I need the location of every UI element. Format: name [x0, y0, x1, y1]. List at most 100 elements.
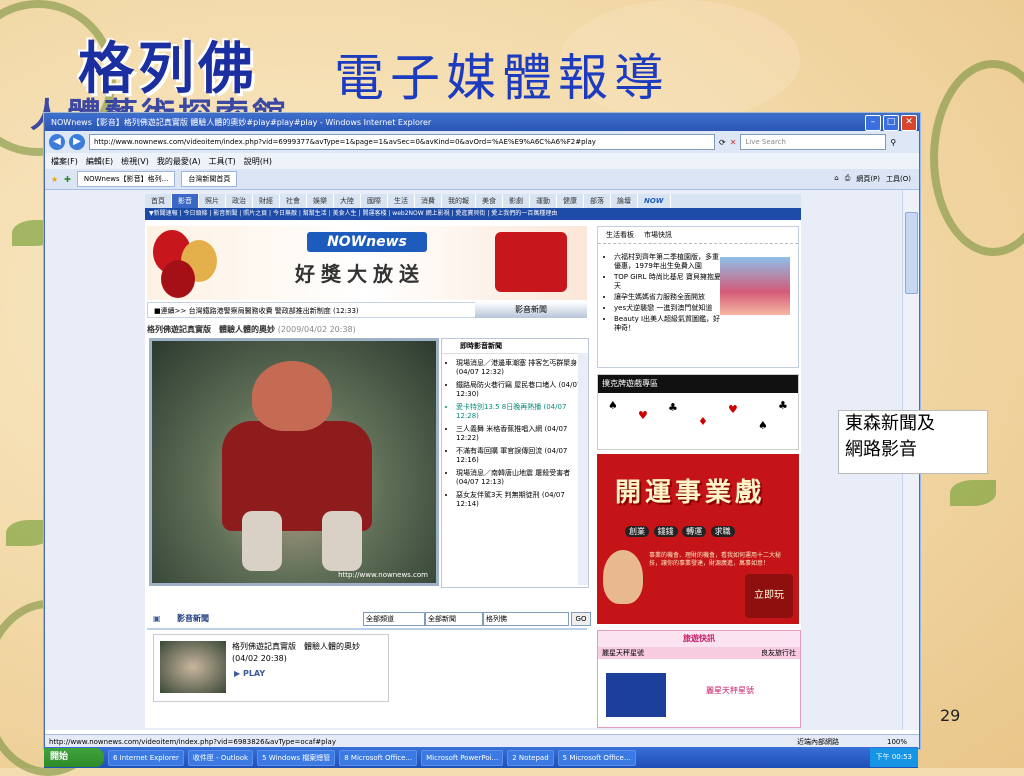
site-nav: 首頁 影音 照片 政治 財經 社會 娛樂 大陸 國際 生活 消費 我的報 美食 …	[145, 194, 801, 208]
media-news-section: ▣ 影音新聞 全部頻道 全部新聞 格列佛 GO	[147, 610, 591, 630]
ie-titlebar[interactable]: NOWnews【影音】格列佛遊記真實版 體驗人體的奧妙#play#play#pl…	[45, 114, 919, 131]
tools-menu[interactable]: 工具(O)	[886, 174, 911, 184]
site-nav-item[interactable]: 財經	[253, 194, 280, 208]
search-input[interactable]: Live Search	[740, 134, 887, 150]
gift-box-image	[495, 232, 567, 292]
list-item[interactable]: 六福村到齊年第二季植園版，多重優惠，1979年出生免費入園	[614, 253, 722, 271]
travel-news[interactable]: 旅遊快訊 麗星天秤星號 良友旅行社 麗星天秤星號	[597, 630, 801, 728]
address-bar-row: ◀ ▶ http://www.nownews.com/videoitem/ind…	[45, 131, 919, 153]
video-title-text: 格列佛遊記真實版 體驗人體的奧妙	[147, 325, 275, 334]
list-item[interactable]: Beauty I出美人超級氣質圖鑑，好神奇！	[614, 315, 722, 333]
site-nav-item[interactable]: 娛樂	[307, 194, 334, 208]
tab-taiwan-news[interactable]: 台灣新聞首頁	[181, 171, 238, 187]
site-nav-item[interactable]: 消費	[415, 194, 442, 208]
forward-button[interactable]: ▶	[69, 134, 85, 150]
list-item[interactable]: 讓孕生媽媽省力服務全面開放	[614, 293, 722, 302]
site-nav-item[interactable]: 部落	[584, 194, 611, 208]
slide-logo: 格列佛	[78, 36, 258, 102]
site-nav-item[interactable]: 照片	[199, 194, 226, 208]
print-icon[interactable]: ⎙	[845, 174, 851, 184]
menu-tools[interactable]: 工具(T)	[209, 156, 236, 167]
news-item[interactable]: 現場消息／港邊車潮塞 排客乞丐群聚身 (04/07 12:32)	[456, 359, 582, 377]
tab-market-news[interactable]: 市場快訊	[644, 230, 672, 240]
fortune-ad[interactable]: 開運事業戲 創業 錢錢 轉運 求職 事業的機會、理財的機會，看我如何運用十二大秘…	[597, 454, 799, 624]
maximize-button[interactable]: □	[883, 115, 899, 131]
video-thumbnail[interactable]	[160, 641, 226, 693]
site-nav-item[interactable]: 國際	[361, 194, 388, 208]
site-subnav[interactable]: ▼新聞速報 | 今日頭條 | 影音新聞 | 照片之頁 | 今日無敵 | 幫幫生活…	[145, 208, 801, 220]
site-nav-item[interactable]: 政治	[226, 194, 253, 208]
fortune-ad-button[interactable]: 立即玩	[745, 574, 793, 618]
close-button[interactable]: ✕	[901, 115, 917, 131]
minimize-button[interactable]: –	[865, 115, 881, 131]
go-button[interactable]: GO	[571, 612, 591, 626]
address-input[interactable]: http://www.nownews.com/videoitem/index.p…	[89, 134, 715, 150]
page-content: 首頁 影音 照片 政治 財經 社會 娛樂 大陸 國際 生活 消費 我的報 美食 …	[45, 190, 903, 730]
site-nav-item[interactable]: 影劇	[503, 194, 530, 208]
channel-select[interactable]: 全部頻道	[363, 612, 425, 626]
site-nav-item[interactable]: 論壇	[611, 194, 638, 208]
thumb-title[interactable]: 格列佛遊記真實版 體驗人體的奧妙 (04/02 20:38)	[232, 641, 382, 665]
travel-head: 旅遊快訊	[598, 631, 800, 647]
bikini-photo[interactable]	[720, 257, 790, 315]
stop-icon[interactable]: ✕	[730, 138, 737, 147]
menu-favorites[interactable]: 我的最愛(A)	[157, 156, 201, 167]
news-item[interactable]: 惡女友伴駕3天 判無期徒刑 (04/07 12:14)	[456, 491, 582, 509]
tab-nownews[interactable]: NOWnews【影音】格列...	[76, 171, 176, 187]
taskbar-item[interactable]: 6 Internet Explorer	[108, 749, 184, 766]
news-scrollbar[interactable]	[578, 353, 588, 585]
news-select[interactable]: 全部新聞	[425, 612, 483, 626]
site-nav-item[interactable]: 健康	[557, 194, 584, 208]
promo-banner[interactable]: NOWnews 好獎大放送	[147, 226, 587, 300]
video-player[interactable]: http://www.nownews.com	[149, 338, 439, 586]
taskbar-item[interactable]: 5 Microsoft Office...	[557, 749, 636, 766]
site-nav-item[interactable]: 社會	[280, 194, 307, 208]
scroll-thumb[interactable]	[905, 212, 918, 294]
site-nav-item[interactable]: 美食	[476, 194, 503, 208]
ad-pill: 求職	[710, 526, 735, 537]
keyword-input[interactable]: 格列佛	[483, 612, 569, 626]
side-note-line-1: 東森新聞及	[845, 413, 935, 434]
list-item[interactable]: TOP GIRL 時尚比基尼 寶貝擁抱夏天	[614, 273, 722, 291]
home-icon[interactable]: ⌂	[834, 174, 838, 184]
menu-edit[interactable]: 編輯(E)	[86, 156, 113, 167]
favorites-star-icon[interactable]: ★	[51, 175, 58, 184]
refresh-icon[interactable]: ⟳	[719, 138, 726, 147]
video-date: (2009/04/02 20:38)	[277, 325, 356, 334]
site-nav-item[interactable]: 我的報	[442, 194, 476, 208]
menu-view[interactable]: 檢視(V)	[121, 156, 149, 167]
poker-ad[interactable]: 撲克牌遊戲專區 ♠ ♥ ♣ ♦ ♥ ♠ ♣	[597, 374, 799, 450]
banner-logo: NOWnews	[307, 232, 427, 252]
add-favorite-icon[interactable]: ✚	[64, 175, 71, 184]
start-button[interactable]: 開始	[44, 748, 104, 767]
taskbar-item[interactable]: 5 Windows 檔案總管	[257, 749, 336, 766]
taskbar-item[interactable]: 2 Notepad	[507, 749, 554, 766]
taskbar-item[interactable]: 收件匣 - Outlook	[187, 749, 254, 766]
system-tray-clock[interactable]: 下午 00:53	[869, 748, 918, 767]
page-menu[interactable]: 網頁(P)	[856, 174, 880, 184]
tab-life-board[interactable]: 生活看板	[606, 230, 634, 240]
site-nav-item[interactable]: 生活	[388, 194, 415, 208]
list-item[interactable]: yes犬逆襲戀 一進到澳門就知道	[614, 304, 722, 313]
taskbar-item[interactable]: 8 Microsoft Office...	[339, 749, 418, 766]
menu-help[interactable]: 說明(H)	[244, 156, 272, 167]
giant-leg	[322, 511, 362, 571]
news-item-highlight[interactable]: 愛卡特別13.5 8日晚再熱播 (04/07 12:28)	[456, 403, 582, 421]
search-icon[interactable]: ⚲	[890, 138, 896, 147]
news-item[interactable]: 現場消息／南韓唐山地震 屠殺受害者 (04/07 12:13)	[456, 469, 582, 487]
site-nav-item[interactable]: 大陸	[334, 194, 361, 208]
realtime-news-panel: 即時影音新聞 現場消息／港邊車潮塞 排客乞丐群聚身 (04/07 12:32) …	[441, 338, 589, 588]
site-nav-item[interactable]: 運動	[530, 194, 557, 208]
site-nav-logo[interactable]: NOW	[638, 194, 671, 208]
site-nav-item-active[interactable]: 影音	[172, 194, 199, 208]
taskbar-item[interactable]: Microsoft PowerPoi...	[421, 749, 504, 766]
back-button[interactable]: ◀	[49, 134, 65, 150]
site-nav-item[interactable]: 首頁	[145, 194, 172, 208]
menu-file[interactable]: 檔案(F)	[51, 156, 78, 167]
news-item[interactable]: 不滿有毒回購 軍官誤傳回流 (04/07 12:16)	[456, 447, 582, 465]
tab-media-news[interactable]: 影音新聞	[475, 302, 587, 318]
video-thumb-card[interactable]: 格列佛遊記真實版 體驗人體的奧妙 (04/02 20:38) ▶ PLAY	[153, 634, 389, 702]
play-button[interactable]: ▶ PLAY	[234, 669, 265, 678]
news-item[interactable]: 鐵路局防火巷行竊 屋民巷口堵人 (04/07 12:30)	[456, 381, 582, 399]
news-item[interactable]: 三人義舞 米格香蕉推唱入網 (04/07 12:22)	[456, 425, 582, 443]
